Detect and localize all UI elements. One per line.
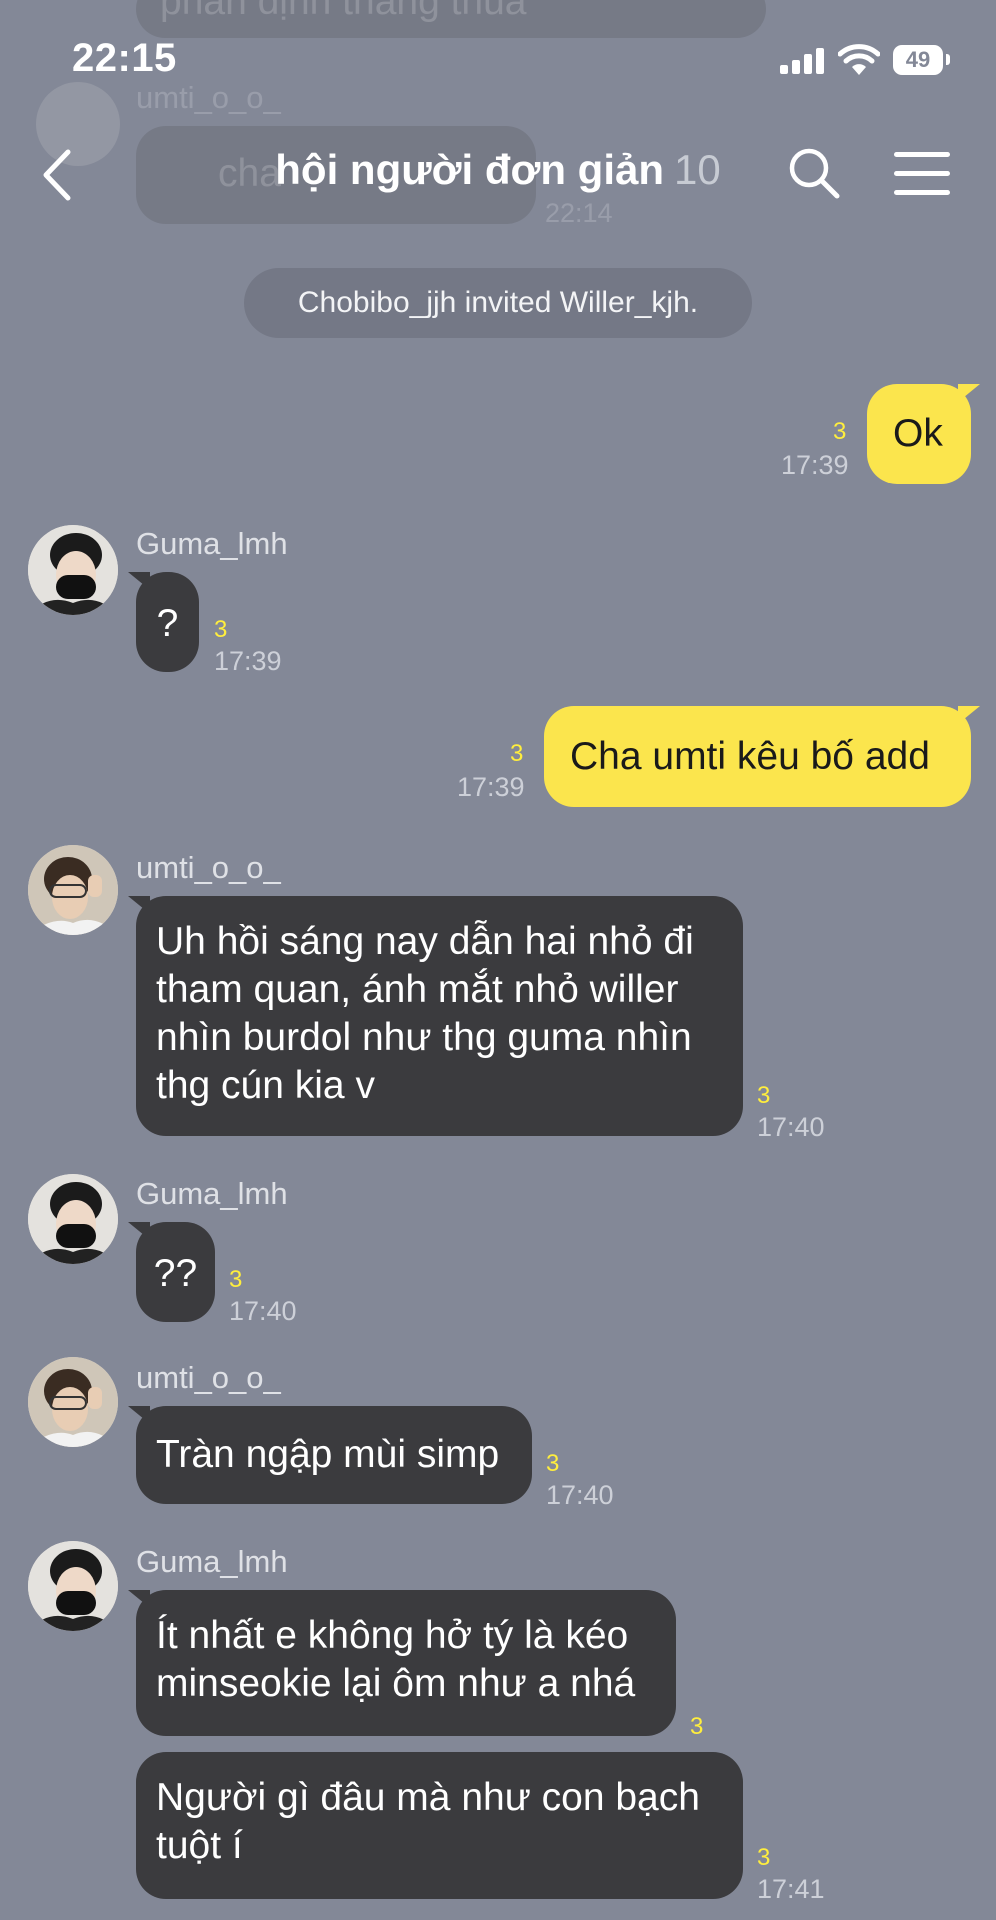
message-line: tuột í xyxy=(156,1824,243,1867)
avatar[interactable] xyxy=(28,845,118,935)
message-bubble[interactable]: Người gì đâu mà như con bạch tuột í xyxy=(136,1752,743,1899)
message-time: 17:40 xyxy=(757,1112,825,1142)
bubble-tail xyxy=(128,1406,150,1424)
unread-count: 3 xyxy=(690,1713,704,1740)
message-time: 17:40 xyxy=(546,1480,614,1510)
unread-count: 3 xyxy=(229,1266,243,1293)
unread-count: 3 xyxy=(757,1844,771,1871)
message-time: 17:39 xyxy=(457,772,525,802)
message-line: nhìn burdol như thg guma nhìn xyxy=(156,1016,692,1059)
message-text: Ok xyxy=(893,412,943,455)
message-text: ?? xyxy=(153,1252,198,1295)
my-message-bubble[interactable]: Cha umti kêu bố add xyxy=(544,706,971,807)
message-time: 17:40 xyxy=(229,1296,297,1326)
back-arrow-icon[interactable] xyxy=(38,148,78,202)
menu-icon[interactable] xyxy=(894,152,950,196)
unread-count: 3 xyxy=(757,1082,771,1109)
message-line: thg cún kia v xyxy=(156,1064,375,1107)
bubble-tail xyxy=(958,706,980,724)
message-time: 17:41 xyxy=(757,1874,825,1904)
bubble-tail xyxy=(128,1590,150,1608)
message-text: ? xyxy=(156,602,179,645)
my-message-bubble[interactable]: Ok xyxy=(867,384,971,484)
message-bubble[interactable]: Ít nhất e không hở tý là kéo minseokie l… xyxy=(136,1590,676,1736)
cellular-signal-icon xyxy=(780,48,824,74)
battery-tip xyxy=(946,54,950,65)
unread-count: 3 xyxy=(546,1450,560,1477)
avatar[interactable] xyxy=(28,525,118,615)
message-bubble[interactable]: Uh hồi sáng nay dẫn hai nhỏ đi tham quan… xyxy=(136,896,743,1136)
avatar[interactable] xyxy=(28,1541,118,1631)
bubble-tail xyxy=(128,1222,150,1240)
wifi-icon xyxy=(838,44,880,75)
bubble-tail xyxy=(128,896,150,914)
message-line: minseokie lại ôm như a nhá xyxy=(156,1662,636,1705)
unread-count: 3 xyxy=(510,740,524,767)
sender-name: Guma_lmh xyxy=(136,1544,288,1579)
member-count: 10 xyxy=(674,146,721,193)
search-icon[interactable] xyxy=(787,146,841,200)
message-time: 17:39 xyxy=(781,450,849,480)
message-text: Tràn ngập mùi simp xyxy=(156,1433,500,1476)
system-notice: Chobibo_jjh invited Willer_kjh. xyxy=(244,268,752,338)
sender-name: Guma_lmh xyxy=(136,1176,288,1211)
bubble-tail xyxy=(128,572,150,590)
message-bubble[interactable]: Tràn ngập mùi simp xyxy=(136,1406,532,1504)
battery-indicator: 49 xyxy=(893,45,943,75)
status-time: 22:15 xyxy=(72,36,177,80)
sender-name: umti_o_o_ xyxy=(136,1360,281,1395)
message-line: tham quan, ánh mắt nhỏ willer xyxy=(156,968,679,1011)
bubble-tail xyxy=(958,384,980,402)
message-time: 17:39 xyxy=(214,646,282,676)
chat-room-name: hội người đơn giản xyxy=(275,146,665,193)
message-text: Cha umti kêu bố add xyxy=(570,735,930,778)
sender-name: Guma_lmh xyxy=(136,526,288,561)
ghost-previous-text: phân định thắng thua xyxy=(160,0,527,23)
sender-name: umti_o_o_ xyxy=(136,850,281,885)
unread-count: 3 xyxy=(833,418,847,445)
unread-count: 3 xyxy=(214,616,228,643)
message-line: Người gì đâu mà như con bạch xyxy=(156,1776,700,1819)
ghost-time: 22:14 xyxy=(545,198,613,228)
avatar[interactable] xyxy=(28,1174,118,1264)
message-line: Uh hồi sáng nay dẫn hai nhỏ đi xyxy=(156,920,694,963)
avatar[interactable] xyxy=(28,1357,118,1447)
message-line: Ít nhất e không hở tý là kéo xyxy=(156,1614,629,1657)
ghost-sender-name: umti_o_o_ xyxy=(136,80,281,115)
chat-title[interactable]: hội người đơn giản 10 xyxy=(180,146,816,194)
